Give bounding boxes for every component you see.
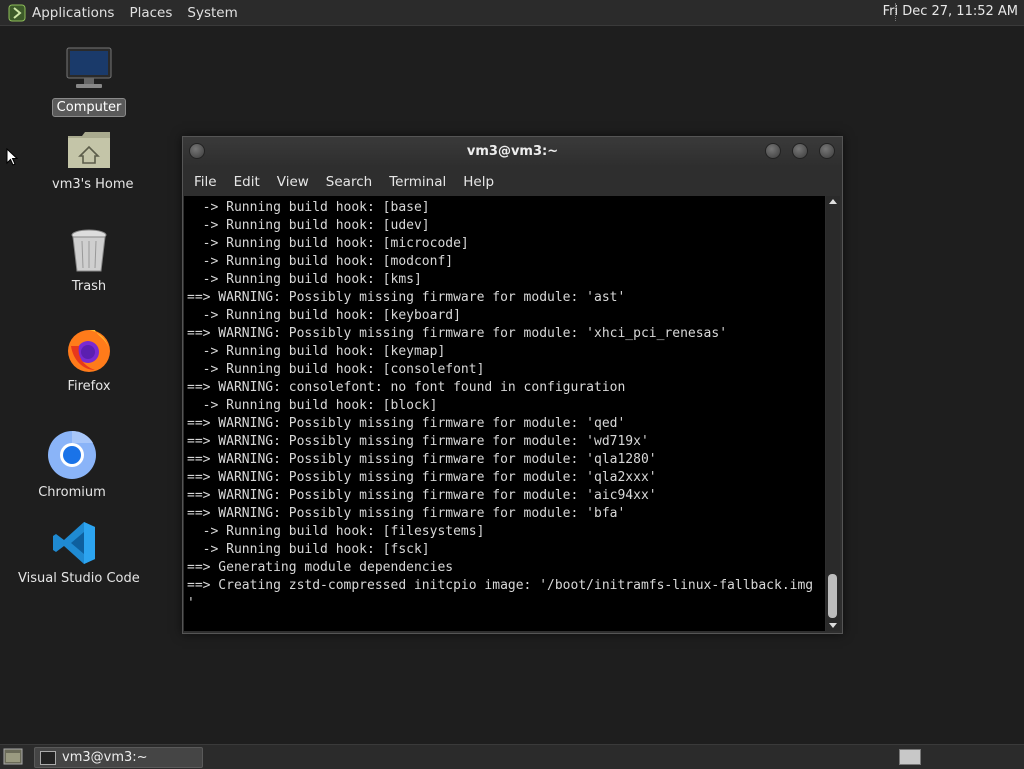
terminal-line: ==> WARNING: Possibly missing firmware f… bbox=[187, 326, 728, 341]
desktop-icon-label: Chromium bbox=[38, 485, 106, 500]
desktop-icon-label: Visual Studio Code bbox=[18, 571, 140, 586]
terminal-line: ==> Generating module dependencies bbox=[187, 560, 454, 575]
taskbar-item-terminal[interactable]: vm3@vm3:~ bbox=[34, 747, 203, 768]
vscode-icon bbox=[53, 522, 95, 564]
clock[interactable]: Fri Dec 27, 11:52 AM bbox=[883, 4, 1018, 19]
terminal-line: -> Running build hook: [keymap] bbox=[187, 344, 446, 359]
terminal-output[interactable]: -> Running build hook: [base] -> Running… bbox=[184, 196, 825, 631]
top-panel: Applications Places System Fri Dec 27, 1… bbox=[0, 0, 1024, 26]
desktop-icon-trash[interactable]: Trash bbox=[48, 228, 130, 295]
desktop-icon-firefox[interactable]: Firefox bbox=[48, 326, 130, 395]
desktop-icon-label: Computer bbox=[51, 98, 127, 117]
trash-icon bbox=[71, 229, 107, 272]
terminal-line: -> Running build hook: [consolefont] bbox=[187, 362, 485, 377]
firefox-icon bbox=[68, 330, 110, 372]
terminal-line: -> Running build hook: [block] bbox=[187, 398, 438, 413]
minimize-icon[interactable] bbox=[765, 143, 781, 159]
terminal-line: ==> WARNING: Possibly missing firmware f… bbox=[187, 452, 657, 467]
desktop-icon-label: vm3's Home bbox=[52, 177, 134, 192]
menu-view[interactable]: View bbox=[277, 174, 309, 190]
terminal-window[interactable]: vm3@vm3:~ File Edit View Search Terminal… bbox=[182, 136, 843, 634]
desktop-icon-home[interactable]: vm3's Home bbox=[48, 128, 134, 193]
terminal-line: -> Running build hook: [filesystems] bbox=[187, 524, 485, 539]
places-menu[interactable]: Places bbox=[129, 5, 172, 21]
scroll-up-icon[interactable] bbox=[829, 199, 837, 204]
terminal-line: ==> WARNING: Possibly missing firmware f… bbox=[187, 470, 657, 485]
window-menu-icon[interactable] bbox=[189, 143, 205, 159]
terminal-line: ==> WARNING: Possibly missing firmware f… bbox=[187, 506, 626, 521]
chromium-icon bbox=[48, 430, 96, 479]
workspace-switcher[interactable] bbox=[899, 749, 921, 765]
menu-search[interactable]: Search bbox=[326, 174, 372, 190]
scrollbar-thumb[interactable] bbox=[828, 574, 837, 618]
terminal-line: -> Running build hook: [kms] bbox=[187, 272, 422, 287]
terminal-icon bbox=[40, 750, 56, 765]
taskbar-item-label: vm3@vm3:~ bbox=[62, 750, 148, 765]
menu-terminal[interactable]: Terminal bbox=[389, 174, 446, 190]
terminal-line: -> Running build hook: [base] bbox=[187, 200, 430, 215]
terminal-line: ==> WARNING: Possibly missing firmware f… bbox=[187, 434, 649, 449]
desktop-icon-label: Trash bbox=[71, 279, 107, 294]
system-menu[interactable]: System bbox=[187, 5, 237, 21]
terminal-line: ==> Creating zstd-compressed initcpio im… bbox=[187, 578, 814, 593]
terminal-scrollbar[interactable] bbox=[826, 196, 840, 631]
scroll-down-icon[interactable] bbox=[829, 623, 837, 628]
desktop-icon-chromium[interactable]: Chromium bbox=[33, 430, 111, 501]
applications-menu[interactable]: Applications bbox=[32, 5, 114, 21]
desktop-icon-computer[interactable]: Computer bbox=[48, 46, 130, 117]
terminal-line: -> Running build hook: [fsck] bbox=[187, 542, 430, 557]
terminal-line: -> Running build hook: [microcode] bbox=[187, 236, 469, 251]
desktop-icon-label: Firefox bbox=[67, 379, 111, 394]
terminal-line: ==> WARNING: Possibly missing firmware f… bbox=[187, 416, 626, 431]
terminal-line: ' bbox=[187, 596, 195, 611]
terminal-line: ==> WARNING: consolefont: no font found … bbox=[187, 380, 626, 395]
desktop-icon-vscode[interactable]: Visual Studio Code bbox=[14, 520, 140, 587]
mouse-pointer-icon bbox=[6, 148, 18, 166]
menu-file[interactable]: File bbox=[194, 174, 217, 190]
distro-logo-icon[interactable] bbox=[8, 4, 26, 22]
menu-help[interactable]: Help bbox=[463, 174, 494, 190]
window-title: vm3@vm3:~ bbox=[466, 144, 559, 159]
window-titlebar[interactable]: vm3@vm3:~ bbox=[183, 137, 842, 167]
show-desktop-icon[interactable] bbox=[3, 748, 23, 765]
terminal-line: ==> WARNING: Possibly missing firmware f… bbox=[187, 290, 626, 305]
terminal-text: -> Running build hook: [base] -> Running… bbox=[184, 196, 825, 613]
terminal-menubar: File Edit View Search Terminal Help bbox=[183, 169, 842, 195]
menu-edit[interactable]: Edit bbox=[234, 174, 260, 190]
home-folder-icon bbox=[68, 132, 110, 168]
terminal-line: ==> WARNING: Possibly missing firmware f… bbox=[187, 488, 657, 503]
maximize-icon[interactable] bbox=[792, 143, 808, 159]
close-icon[interactable] bbox=[819, 143, 835, 159]
computer-icon bbox=[66, 47, 112, 88]
terminal-line: -> Running build hook: [keyboard] bbox=[187, 308, 461, 323]
terminal-line: -> Running build hook: [udev] bbox=[187, 218, 430, 233]
terminal-line: -> Running build hook: [modconf] bbox=[187, 254, 454, 269]
bottom-panel: vm3@vm3:~ bbox=[0, 744, 1024, 769]
